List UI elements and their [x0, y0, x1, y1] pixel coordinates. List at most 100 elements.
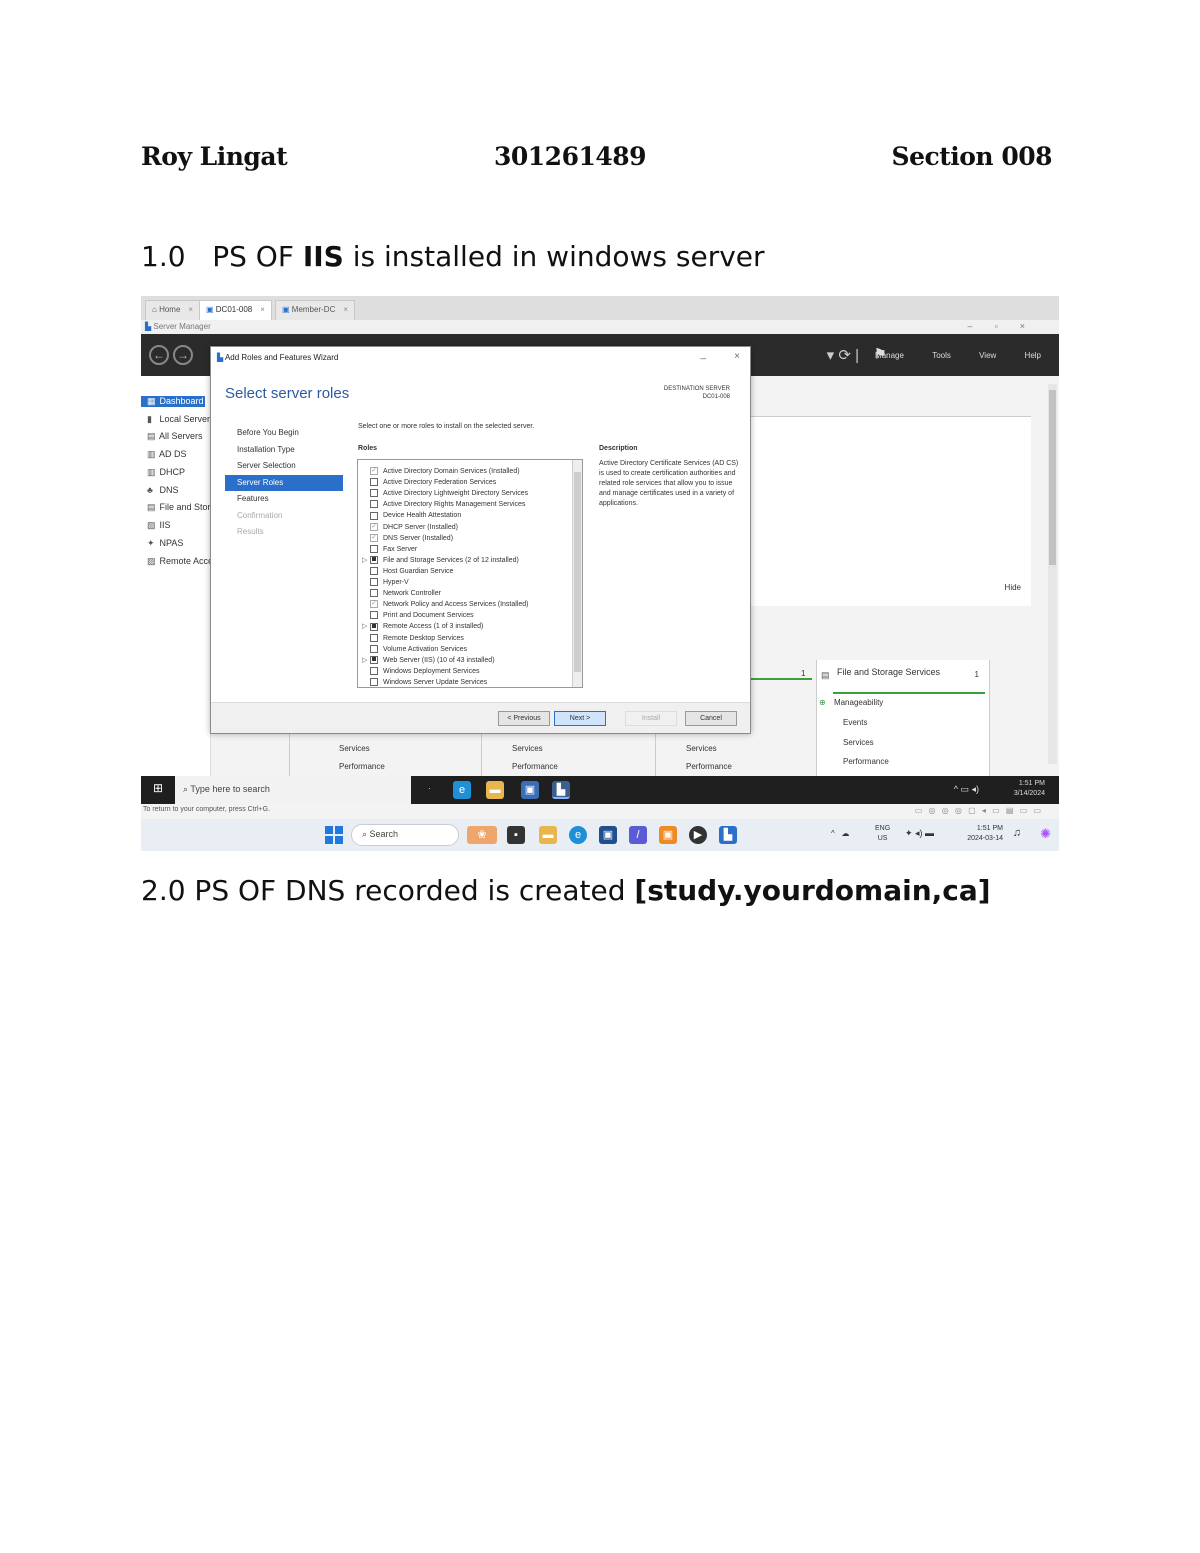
role-item[interactable]: Active Directory Rights Management Servi…: [362, 499, 525, 510]
role-checkbox[interactable]: ✓: [370, 467, 378, 476]
forward-icon[interactable]: →: [173, 345, 193, 365]
close-icon[interactable]: ×: [188, 305, 193, 314]
step-server-roles[interactable]: Server Roles: [225, 474, 343, 491]
dashboard-scrollbar[interactable]: [1048, 384, 1057, 764]
task-view-icon[interactable]: ·: [428, 783, 431, 793]
role-checkbox[interactable]: [370, 611, 378, 620]
role-item[interactable]: ▷ Remote Access (1 of 3 installed): [362, 621, 483, 632]
media-player-icon[interactable]: ▶: [689, 826, 707, 844]
role-item[interactable]: Fax Server: [362, 544, 417, 555]
roles-scrollbar[interactable]: [572, 460, 582, 687]
role-item[interactable]: ✓ Active Directory Domain Services (Insta…: [362, 466, 520, 477]
menu-tools[interactable]: Tools: [932, 351, 951, 360]
windows-start-icon[interactable]: [325, 826, 343, 844]
services-label[interactable]: Services: [686, 744, 717, 753]
sidebar-item-ad-ds[interactable]: ▥ AD DS: [147, 449, 211, 460]
role-item[interactable]: Hyper-V: [362, 577, 409, 588]
file-storage-tile[interactable]: ▤ File and Storage Services 1 ⊕ Manageabi…: [816, 660, 990, 776]
role-item[interactable]: Network Controller: [362, 588, 441, 599]
close-icon[interactable]: ×: [343, 305, 348, 314]
sidebar-item-dns[interactable]: ♣ DNS: [147, 485, 211, 495]
role-item[interactable]: ✓ DNS Server (Installed): [362, 533, 453, 544]
role-item[interactable]: Device Health Attestation: [362, 510, 461, 521]
role-item[interactable]: Remote Desktop Services: [362, 633, 464, 644]
app-icon[interactable]: /: [629, 826, 647, 844]
role-checkbox[interactable]: [370, 678, 378, 687]
role-item[interactable]: ▷ File and Storage Services (2 of 12 inst…: [362, 555, 519, 566]
expand-icon[interactable]: ▷: [362, 655, 370, 666]
role-item[interactable]: Volume Activation Services: [362, 644, 467, 655]
step-server-selection[interactable]: Server Selection: [225, 458, 343, 475]
services-label[interactable]: Services: [339, 744, 370, 753]
role-checkbox[interactable]: [370, 644, 378, 653]
expand-icon[interactable]: ▷: [362, 555, 370, 566]
role-checkbox[interactable]: [370, 633, 378, 642]
role-checkbox[interactable]: [370, 589, 378, 598]
close-icon[interactable]: ×: [260, 305, 265, 314]
sidebar-item-dashboard[interactable]: ▦ Dashboard: [141, 396, 205, 407]
role-checkbox[interactable]: [370, 622, 378, 631]
windows-start-icon[interactable]: ⊞: [147, 781, 169, 799]
role-checkbox[interactable]: [370, 489, 378, 498]
step-before-you-begin[interactable]: Before You Begin: [225, 425, 343, 442]
role-checkbox[interactable]: [370, 567, 378, 576]
tab-member-dc[interactable]: ▣ Member-DC ×: [275, 300, 356, 320]
role-checkbox[interactable]: [370, 478, 378, 487]
services-label[interactable]: Services: [512, 744, 543, 753]
file-explorer-icon[interactable]: ▬: [486, 781, 504, 799]
events-label[interactable]: Events: [843, 718, 867, 727]
menu-view[interactable]: View: [979, 351, 996, 360]
vmware-icon[interactable]: ▣: [659, 826, 677, 844]
role-checkbox[interactable]: ✓: [370, 533, 378, 542]
role-item[interactable]: ✓ DHCP Server (Installed): [362, 522, 458, 533]
role-item[interactable]: Active Directory Federation Services: [362, 477, 496, 488]
host-tray-icons[interactable]: ^ ☁: [831, 829, 849, 838]
role-item[interactable]: Active Directory Lightweight Directory S…: [362, 488, 528, 499]
server-manager-taskbar-icon[interactable]: ▣: [521, 781, 539, 799]
vm-tray-icons[interactable]: ^ ▭ ◂): [954, 784, 979, 795]
network-volume-battery-icons[interactable]: ✦ ◂) ▬: [905, 828, 934, 839]
notification-bell-icon[interactable]: ♫: [1013, 827, 1021, 839]
remote-desktop-icon[interactable]: ▙: [719, 826, 737, 844]
sidebar-item-dhcp[interactable]: ▥ DHCP: [147, 467, 211, 478]
status-icons[interactable]: ▭ ◎ ◎ ◎ ▢ ◂ ▭ ▤ ▭ ▭: [915, 806, 1043, 815]
role-checkbox[interactable]: ✓: [370, 600, 378, 609]
menu-help[interactable]: Help: [1025, 351, 1041, 360]
role-item[interactable]: Host Guardian Service: [362, 566, 453, 577]
edge-icon[interactable]: e: [453, 781, 471, 799]
vm-search-box[interactable]: ⌕ Type here to search: [175, 776, 411, 804]
tab-dc01[interactable]: ▣ DC01-008 ×: [199, 300, 272, 320]
performance-label[interactable]: Performance: [686, 762, 732, 771]
close-icon[interactable]: ×: [734, 351, 740, 362]
file-explorer-icon[interactable]: ▬: [539, 826, 557, 844]
minimize-icon[interactable]: _: [700, 349, 706, 360]
role-checkbox[interactable]: [370, 555, 378, 564]
scroll-thumb[interactable]: [1049, 390, 1056, 565]
manageability-label[interactable]: Manageability: [834, 698, 883, 707]
widgets-icon[interactable]: ❀: [467, 826, 497, 844]
sidebar-item-file-storage[interactable]: ▤ File and Storage Services: [147, 502, 211, 513]
edge-icon[interactable]: e: [569, 826, 587, 844]
step-features[interactable]: Features: [225, 491, 343, 508]
server-manager-active-icon[interactable]: ▙: [552, 781, 570, 799]
expand-icon[interactable]: ▷: [362, 621, 370, 632]
tab-home[interactable]: ⌂ Home ×: [145, 300, 201, 320]
next-button[interactable]: Next >: [554, 711, 606, 726]
window-controls[interactable]: –▫×: [968, 321, 1047, 331]
cancel-button[interactable]: Cancel: [685, 711, 737, 726]
role-checkbox[interactable]: [370, 500, 378, 509]
performance-label[interactable]: Performance: [512, 762, 558, 771]
role-item[interactable]: Windows Server Update Services: [362, 677, 487, 687]
host-search-box[interactable]: ⌕ Search: [351, 824, 459, 846]
role-checkbox[interactable]: [370, 511, 378, 520]
role-item[interactable]: Windows Deployment Services: [362, 666, 479, 677]
role-item[interactable]: ✓ Network Policy and Access Services (Ins…: [362, 599, 529, 610]
previous-button[interactable]: < Previous: [498, 711, 550, 726]
menu-manage[interactable]: Manage: [875, 351, 904, 360]
task-view-icon[interactable]: ▪: [507, 826, 525, 844]
role-checkbox[interactable]: [370, 544, 378, 553]
sidebar-item-remote-access[interactable]: ▨ Remote Access: [147, 556, 211, 567]
role-item[interactable]: Print and Document Services: [362, 610, 474, 621]
store-icon[interactable]: ▣: [599, 826, 617, 844]
sidebar-item-npas[interactable]: ✦ NPAS: [147, 538, 211, 549]
